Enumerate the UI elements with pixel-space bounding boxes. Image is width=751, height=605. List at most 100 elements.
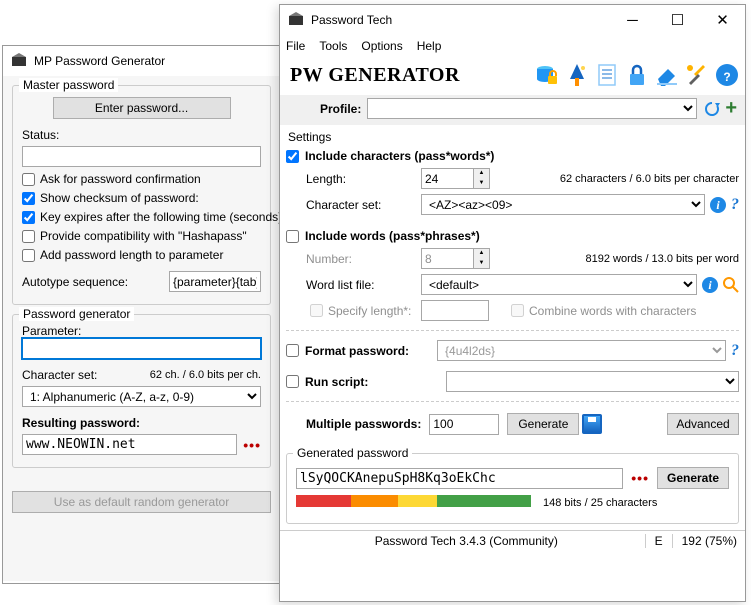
- profile-row: Profile: +: [280, 95, 745, 125]
- menu-bar: File Tools Options Help: [280, 35, 745, 57]
- autotype-label: Autotype sequence:: [22, 275, 128, 289]
- document-icon[interactable]: [595, 63, 619, 87]
- ask-confirm-checkbox[interactable]: [22, 173, 35, 186]
- separator: [286, 330, 739, 331]
- save-icon[interactable]: [582, 414, 602, 434]
- status-mode: E: [645, 534, 672, 548]
- generate-button[interactable]: Generate: [657, 467, 729, 489]
- generated-field[interactable]: [296, 468, 623, 489]
- menu-options[interactable]: Options: [361, 39, 402, 53]
- group-legend: Master password: [19, 78, 118, 92]
- specify-length-checkbox: [310, 304, 323, 317]
- status-label: Status:: [22, 128, 59, 142]
- format-select[interactable]: {4u4l2ds}: [437, 340, 726, 361]
- combine-checkbox: [511, 304, 524, 317]
- include-words-checkbox[interactable]: [286, 230, 299, 243]
- settings-label: Settings: [286, 130, 739, 144]
- db-lock-icon[interactable]: [535, 63, 559, 87]
- menu-file[interactable]: File: [286, 39, 305, 53]
- result-field[interactable]: [22, 434, 237, 455]
- wordlist-label: Word list file:: [306, 278, 421, 292]
- parameter-field[interactable]: [22, 338, 261, 359]
- info-icon[interactable]: i: [702, 277, 718, 293]
- key-expires-checkbox[interactable]: [22, 211, 35, 224]
- help-icon[interactable]: ?: [731, 196, 739, 214]
- length-spinner[interactable]: ▲▼: [473, 168, 490, 189]
- include-chars-label: Include characters (pass*words*): [305, 149, 494, 163]
- group-legend: Password generator: [19, 307, 134, 321]
- refresh-icon[interactable]: [703, 100, 721, 118]
- charset-select[interactable]: 1: Alphanumeric (A-Z, a-z, 0-9): [22, 386, 261, 407]
- enter-password-button[interactable]: Enter password...: [53, 97, 231, 119]
- entropy-info: 148 bits / 25 characters: [543, 497, 657, 509]
- help-icon[interactable]: ?: [731, 342, 739, 360]
- hashapass-checkbox[interactable]: [22, 230, 35, 243]
- status-version: Password Tech 3.4.3 (Community): [288, 534, 645, 548]
- length-label: Length:: [306, 172, 421, 186]
- number-info: 8192 words / 13.0 bits per word: [586, 253, 739, 265]
- svg-text:?: ?: [723, 70, 730, 84]
- profile-select[interactable]: [367, 98, 697, 119]
- help-icon[interactable]: ?: [715, 63, 739, 87]
- add-icon[interactable]: +: [725, 97, 737, 120]
- charset-label: Character set:: [22, 368, 97, 382]
- app-icon: [288, 12, 304, 28]
- status-field[interactable]: [22, 146, 261, 167]
- group-legend: Generated password: [293, 446, 412, 460]
- number-spinner[interactable]: ▲▼: [473, 248, 490, 269]
- menu-tools[interactable]: Tools: [319, 39, 347, 53]
- addlen-checkbox[interactable]: [22, 249, 35, 262]
- wordlist-select[interactable]: <default>: [421, 274, 697, 295]
- number-field[interactable]: [421, 248, 473, 269]
- multi-field[interactable]: [429, 414, 499, 435]
- browse-icon[interactable]: [723, 277, 739, 293]
- include-chars-checkbox[interactable]: [286, 150, 299, 163]
- specify-length-field[interactable]: [421, 300, 489, 321]
- title-bar[interactable]: Password Tech ─ ☐ ✕: [280, 5, 745, 35]
- generate-multi-button[interactable]: Generate: [507, 413, 579, 435]
- password-generator-group: Password generator Parameter: Character …: [12, 314, 271, 468]
- format-checkbox[interactable]: [286, 344, 299, 357]
- wizard-icon[interactable]: [565, 63, 589, 87]
- mp-password-generator-window: MP Password Generator Master password En…: [2, 45, 281, 584]
- length-info: 62 characters / 6.0 bits per character: [560, 173, 739, 185]
- eraser-icon[interactable]: [655, 63, 679, 87]
- status-bar: Password Tech 3.4.3 (Community) E 192 (7…: [280, 530, 745, 551]
- addlen-label: Add password length to parameter: [40, 248, 223, 262]
- window-title: Password Tech: [311, 13, 610, 27]
- generated-password-group: Generated password ••• Generate 148 bits…: [286, 453, 739, 524]
- status-count: 192 (75%): [672, 534, 737, 548]
- number-label: Number:: [306, 252, 421, 266]
- password-tech-window: Password Tech ─ ☐ ✕ File Tools Options H…: [279, 4, 746, 602]
- master-password-group: Master password Enter password... Status…: [12, 85, 271, 305]
- multi-label: Multiple passwords:: [306, 417, 421, 431]
- menu-help[interactable]: Help: [417, 39, 442, 53]
- more-icon[interactable]: •••: [631, 470, 649, 486]
- charset-info: 62 ch. / 6.0 bits per ch.: [150, 369, 261, 381]
- charset-label: Character set:: [306, 198, 421, 212]
- combine-label: Combine words with characters: [529, 304, 696, 318]
- minimize-button[interactable]: ─: [610, 5, 655, 35]
- lock-icon[interactable]: [625, 63, 649, 87]
- profile-label: Profile:: [320, 102, 361, 116]
- show-checksum-checkbox[interactable]: [22, 192, 35, 205]
- tools-icon[interactable]: [685, 63, 709, 87]
- window-controls: ─ ☐ ✕: [610, 5, 745, 35]
- advanced-button[interactable]: Advanced: [667, 413, 739, 435]
- maximize-button[interactable]: ☐: [655, 5, 700, 35]
- more-icon[interactable]: •••: [243, 437, 261, 453]
- charset-select[interactable]: <AZ><az><09>: [421, 194, 705, 215]
- key-expires-label: Key expires after the following time (se…: [40, 210, 285, 224]
- title-bar[interactable]: MP Password Generator: [3, 46, 280, 76]
- use-default-button[interactable]: Use as default random generator: [12, 491, 271, 513]
- script-select[interactable]: [446, 371, 739, 392]
- app-heading: PW GENERATOR: [290, 64, 529, 87]
- info-icon[interactable]: i: [710, 197, 726, 213]
- length-field[interactable]: [421, 168, 473, 189]
- hashapass-label: Provide compatibility with "Hashapass": [40, 229, 247, 243]
- entropy-bar: [296, 495, 531, 507]
- autotype-field[interactable]: [169, 271, 261, 292]
- close-button[interactable]: ✕: [700, 5, 745, 35]
- specify-length-label: Specify length*:: [328, 304, 421, 318]
- script-checkbox[interactable]: [286, 375, 299, 388]
